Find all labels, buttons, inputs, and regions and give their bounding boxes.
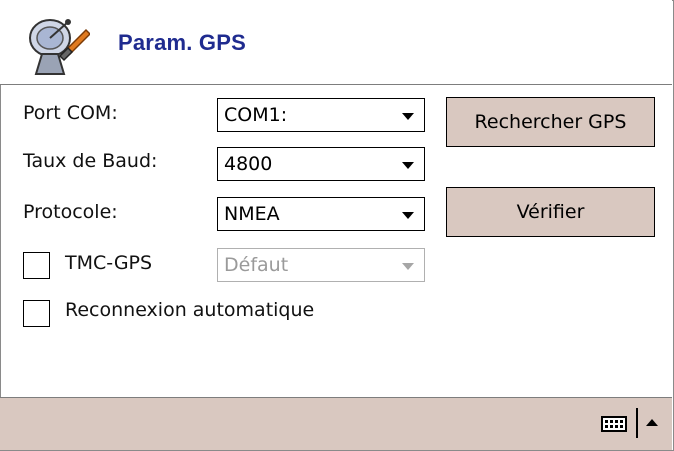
search-gps-button[interactable]: Rechercher GPS: [446, 97, 655, 147]
baud-label: Taux de Baud:: [23, 150, 158, 172]
verify-button[interactable]: Vérifier: [446, 187, 655, 237]
divider: [636, 408, 638, 438]
chevron-down-icon[interactable]: [402, 113, 414, 120]
page-title: Param. GPS: [118, 30, 246, 55]
port-com-label: Port COM:: [23, 102, 118, 124]
tmc-gps-value: Défaut: [224, 254, 289, 276]
chevron-down-icon[interactable]: [402, 212, 414, 219]
baud-value: 4800: [224, 153, 273, 175]
protocol-select[interactable]: NMEA: [217, 197, 425, 231]
protocol-value: NMEA: [224, 203, 280, 225]
reconnect-label: Reconnexion automatique: [65, 299, 315, 321]
chevron-down-icon[interactable]: [402, 162, 414, 169]
header: Param. GPS: [0, 0, 672, 85]
keyboard-icon[interactable]: [601, 416, 627, 432]
port-com-value: COM1:: [224, 104, 288, 126]
satellite-dish-wrench-icon: [29, 19, 90, 75]
tmc-gps-label: TMC-GPS: [65, 252, 153, 274]
tmc-gps-checkbox[interactable]: [23, 252, 50, 279]
port-com-select[interactable]: COM1:: [217, 98, 425, 132]
reconnect-checkbox[interactable]: [23, 300, 50, 327]
tmc-gps-select: Défaut: [217, 248, 425, 282]
protocol-label: Protocole:: [23, 201, 118, 223]
baud-select[interactable]: 4800: [217, 147, 425, 181]
up-arrow-icon[interactable]: [646, 419, 658, 426]
chevron-down-icon: [402, 263, 414, 270]
bottom-bar: [0, 397, 672, 450]
